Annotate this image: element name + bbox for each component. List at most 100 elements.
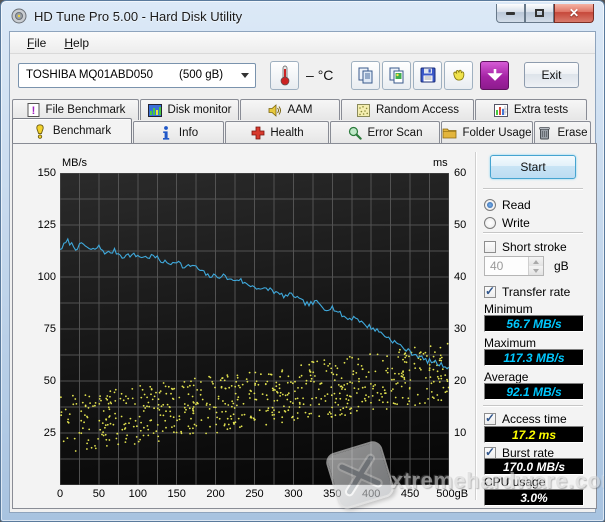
- transfer-rate-checkbox[interactable]: Transfer rate: [484, 284, 570, 299]
- copy-screenshot-icon: [389, 67, 403, 84]
- tab-label: Folder Usage: [462, 126, 532, 139]
- checkbox-checked-icon: [484, 284, 496, 298]
- maximum-value: 117.3 MB/s: [484, 349, 584, 366]
- benchmark-icon: [33, 123, 48, 139]
- checkbox-checked-icon: [484, 411, 496, 425]
- tab-folder-usage[interactable]: Folder Usage: [441, 121, 533, 143]
- temperature-button[interactable]: [270, 60, 299, 90]
- copy-text-button[interactable]: [351, 60, 380, 90]
- spin-down-icon[interactable]: [529, 266, 543, 275]
- drive-model: TOSHIBA MQ01ABD050: [26, 69, 153, 81]
- options-button[interactable]: [444, 60, 473, 90]
- maximize-icon: [535, 9, 544, 17]
- disk-monitor-icon: [148, 103, 163, 118]
- tab-file-benchmark[interactable]: ! File Benchmark: [12, 99, 139, 120]
- short-stroke-checkbox[interactable]: Short stroke: [484, 239, 567, 254]
- tab-label: File Benchmark: [45, 104, 126, 116]
- tab-error-scan[interactable]: Error Scan: [330, 121, 440, 143]
- size-value: 40: [490, 259, 504, 273]
- short-stroke-size-input[interactable]: 40: [484, 256, 544, 276]
- app-icon: [11, 8, 27, 24]
- copy-text-icon: [358, 67, 372, 84]
- access-time-label: Access time: [502, 411, 567, 426]
- tab-label: Disk monitor: [167, 104, 232, 116]
- menu-help[interactable]: Help: [55, 34, 98, 52]
- panel-divider: [475, 152, 476, 500]
- y-right-axis-title: ms: [433, 157, 448, 169]
- tab-label: Info: [178, 126, 199, 139]
- separator: [483, 405, 583, 407]
- chart-canvas: [59, 172, 450, 486]
- access-time-value: 17.2 ms: [484, 426, 584, 443]
- benchmark-page: MB/s ms 150 125 100 75 50 25 60 50 40 30 20 10 0 50…: [12, 143, 604, 512]
- download-button[interactable]: [480, 60, 509, 90]
- write-label: Write: [502, 215, 530, 230]
- cpu-usage-label: CPU usage: [484, 475, 546, 489]
- save-screenshot-button[interactable]: [413, 60, 442, 90]
- tab-extra-tests[interactable]: Extra tests: [475, 99, 587, 120]
- title-bar: HD Tune Pro 5.00 - Hard Disk Utility ✕: [1, 1, 604, 31]
- health-icon: [250, 125, 265, 140]
- info-icon: [159, 125, 174, 140]
- cpu-usage-value: 3.0%: [484, 489, 584, 506]
- tab-label: Health: [270, 126, 304, 139]
- tab-random-access[interactable]: Random Access: [341, 99, 474, 120]
- read-radio[interactable]: Read: [484, 197, 531, 212]
- size-unit-label: gB: [554, 259, 569, 273]
- y-axis-left-ticks: 150 125 100 75 50 25: [37, 167, 56, 439]
- minimize-button[interactable]: [496, 4, 525, 23]
- minimum-label: Minimum: [484, 302, 533, 316]
- radio-checked-icon: [484, 198, 496, 211]
- tab-erase[interactable]: Erase: [534, 121, 591, 143]
- window-controls: ✕: [496, 4, 594, 23]
- svg-text:!: !: [31, 105, 35, 117]
- separator: [483, 232, 583, 234]
- tab-label: Random Access: [375, 104, 460, 116]
- drive-selector[interactable]: TOSHIBA MQ01ABD050 (500 gB): [18, 62, 256, 88]
- maximum-label: Maximum: [484, 336, 537, 350]
- write-radio[interactable]: Write: [484, 215, 530, 230]
- checkbox-unchecked-icon: [484, 240, 496, 253]
- download-icon: [486, 69, 503, 81]
- exit-button[interactable]: Exit: [524, 62, 579, 88]
- benchmark-chart: [59, 172, 450, 486]
- transfer-rate-label: Transfer rate: [502, 284, 571, 299]
- tab-label: Extra tests: [513, 104, 569, 116]
- save-screenshot-icon: [420, 67, 435, 83]
- close-button[interactable]: ✕: [554, 4, 594, 23]
- folder-icon: [442, 125, 457, 140]
- temperature-value: – °C: [306, 67, 334, 83]
- menu-file[interactable]: File: [18, 34, 55, 52]
- radio-unchecked-icon: [484, 216, 496, 229]
- drive-capacity: (500 gB): [178, 69, 224, 81]
- copy-screenshot-button[interactable]: [382, 60, 411, 90]
- file-benchmark-icon: !: [26, 103, 41, 118]
- separator: [483, 188, 583, 190]
- minimize-icon: [506, 11, 515, 15]
- tab-aam[interactable]: AAM: [240, 99, 340, 120]
- average-value: 92.1 MB/s: [484, 383, 584, 400]
- spinner-buttons[interactable]: [528, 257, 543, 275]
- tab-row-primary: Benchmark Info Health Error Scan Folder …: [12, 118, 597, 143]
- client-area: File Help TOSHIBA MQ01ABD050 (500 gB) – …: [9, 31, 604, 513]
- burst-rate-value: 170.0 MB/s: [484, 458, 584, 475]
- benchmark-controls-panel: Start Read Write Short stroke 40 gB ✓ Tr…: [481, 144, 587, 508]
- tab-benchmark[interactable]: Benchmark: [12, 118, 132, 143]
- random-access-icon: [356, 103, 371, 118]
- error-scan-icon: [348, 125, 363, 140]
- app-window: HD Tune Pro 5.00 - Hard Disk Utility ✕ F…: [0, 0, 605, 522]
- hand-icon: [452, 69, 464, 81]
- extra-tests-icon: [494, 103, 509, 118]
- average-label: Average: [484, 370, 529, 384]
- tab-health[interactable]: Health: [225, 121, 329, 143]
- access-time-checkbox[interactable]: Access time: [484, 411, 567, 426]
- tab-info[interactable]: Info: [133, 121, 224, 143]
- tab-disk-monitor[interactable]: Disk monitor: [140, 99, 239, 120]
- tab-label: Erase: [557, 126, 588, 139]
- start-button[interactable]: Start: [490, 155, 576, 179]
- tab-label: Benchmark: [52, 125, 112, 137]
- spin-up-icon[interactable]: [529, 257, 543, 266]
- trash-icon: [537, 125, 552, 140]
- maximize-button[interactable]: [525, 4, 554, 23]
- tab-strip: ! File Benchmark Disk monitor AAM Random…: [12, 98, 597, 143]
